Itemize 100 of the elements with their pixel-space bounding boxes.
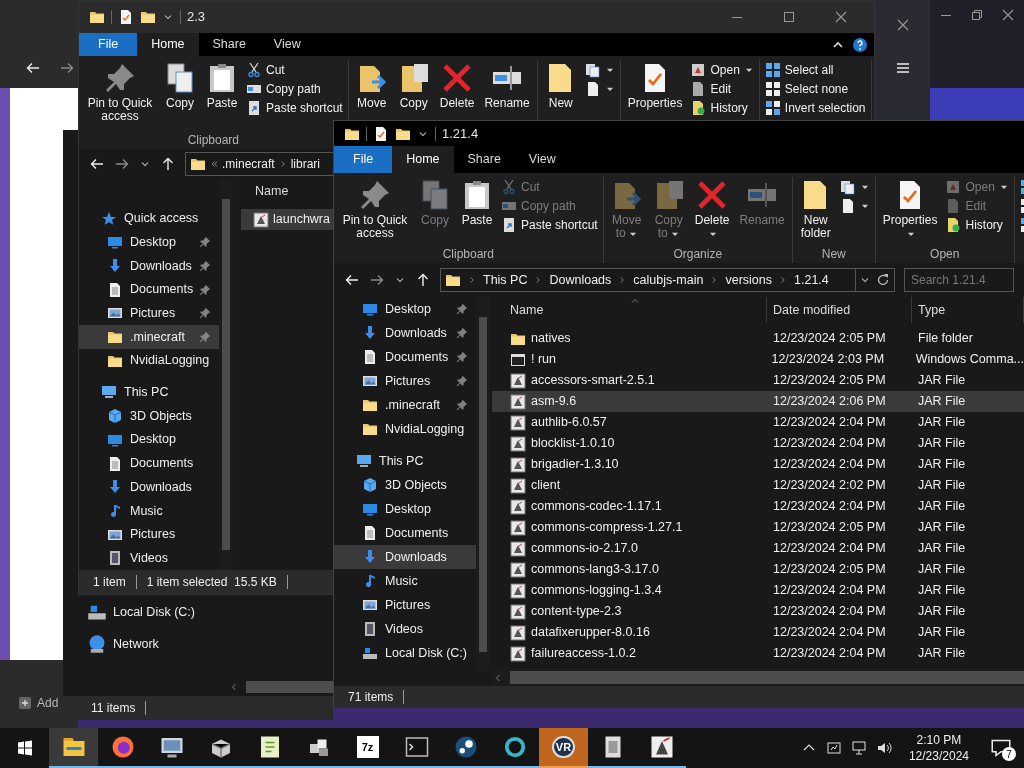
ribbon-tab[interactable]: View [514,146,570,173]
refresh-button[interactable] [875,272,891,288]
column-header[interactable]: Type [912,297,1024,323]
taskbar-app[interactable]: 7z [343,728,392,768]
nav-item[interactable]: Desktop [79,230,219,255]
nav-item[interactable]: Desktop [334,497,476,521]
search-field[interactable]: Search 1.21.4 [904,268,1014,292]
add-icon[interactable] [17,695,33,711]
nav-item[interactable]: Local Disk (C:) [87,600,333,624]
copy-path-button[interactable]: Copy path [244,79,345,98]
nav-item[interactable]: Pictures [334,593,476,617]
nav-item[interactable]: Videos [79,546,219,570]
nav-item[interactable]: .minecraft [334,393,476,417]
nav-item[interactable]: Local Disk (C:) [334,641,476,665]
file-row[interactable]: blocklist-1.0.10 12/23/2024 2:04 PM JAR File [492,433,1024,454]
nav-item[interactable]: .minecraft [79,325,219,349]
column-header[interactable]: Date modified [767,297,912,323]
pin-button[interactable]: Pin to Quick access [337,177,413,240]
file-row[interactable]: ! run 12/23/2024 2:03 PM Windows Comma... [492,349,1024,370]
nav-item[interactable]: Pictures [79,522,219,547]
tray-button[interactable] [875,740,892,756]
nav-item[interactable]: This PC [334,449,476,473]
file-row[interactable]: commons-codec-1.17.1 12/23/2024 2:04 PM JAR File [492,496,1024,517]
taskbar-app[interactable]: VR [539,728,588,768]
nav-item[interactable]: Music [79,499,219,523]
forward-button[interactable] [114,156,130,172]
cut-button[interactable]: Cut [244,60,345,79]
select-none-button[interactable]: Select none [762,79,868,98]
history-button[interactable]: History [943,215,1011,234]
column-header[interactable]: Name [492,297,767,323]
nav-item[interactable]: Quick access [79,206,219,231]
open-button[interactable]: Open [688,60,756,79]
ribbon-tab[interactable]: Share [198,33,260,56]
paste-shortcut-button[interactable]: Paste shortcut [244,98,345,117]
file-row[interactable]: failureaccess-1.0.2 12/23/2024 2:04 PM JAR File [492,643,1024,664]
file-row[interactable]: content-type-2.3 12/23/2024 2:04 PM JAR File [492,601,1024,622]
nav-item[interactable]: Videos [334,617,476,641]
history-button[interactable]: History [688,98,756,117]
new-folder-button[interactable]: New [540,60,581,110]
file-row[interactable]: asm-9.6 12/23/2024 2:06 PM JAR File [492,391,1024,412]
clock[interactable]: 2:10 PM 12/23/2024 [900,732,977,764]
file-row[interactable]: natives 12/23/2024 2:05 PM File folder [492,328,1024,349]
nav-item[interactable]: NvidiaLogging [79,349,219,373]
address-bar[interactable]: .minecraft librari [185,152,334,176]
file-row[interactable]: commons-lang3-3.17.0 12/23/2024 2:05 PM JAR File [492,559,1024,580]
file-row[interactable]: brigadier-1.3.10 12/23/2024 2:04 PM JAR File [492,454,1024,475]
nav-item[interactable]: Documents [79,277,219,302]
nav-item[interactable]: Desktop [334,297,476,321]
ribbon-tab[interactable]: Share [453,146,515,173]
copy-to-button[interactable]: Copy [393,60,434,110]
nav-item[interactable]: Pictures [79,301,219,326]
copy-button[interactable]: Copy [160,60,200,110]
move-to-button[interactable]: Move [351,60,392,110]
taskbar-app[interactable] [49,728,98,768]
properties-button[interactable]: Properties [623,60,687,110]
notifications-button[interactable]: 7 [986,733,1016,763]
nav-item[interactable]: Downloads [79,475,219,500]
add-link[interactable]: Add [37,694,59,712]
ribbon-tab[interactable]: Home [137,33,199,56]
ribbon-tab[interactable]: Home [392,146,454,173]
invert-selection-button[interactable]: Invert selection [762,98,868,117]
address-bar[interactable]: This PC Downloads calubjs-main versions 1.21.4 [440,268,856,292]
breadcrumb[interactable]: calubjs-main [633,270,704,290]
nav-item[interactable]: Pictures [334,369,476,393]
file-row[interactable]: client 12/23/2024 2:02 PM JAR File [492,475,1024,496]
edit-button[interactable]: Edit [688,79,756,98]
column-header[interactable]: Name [253,181,291,201]
select-all-button[interactable]: Select all [762,60,868,79]
breadcrumb[interactable]: librari [290,155,321,173]
file-row[interactable]: launchwra [241,209,334,230]
nav-item[interactable]: NvidiaLogging [334,417,476,441]
breadcrumb[interactable]: .minecraft [222,155,275,173]
tray-button[interactable] [825,740,842,756]
rename-button[interactable]: Rename [480,60,534,110]
breadcrumb[interactable]: Downloads [549,270,612,290]
breadcrumb[interactable]: This PC [483,270,528,290]
restore-button[interactable] [969,7,985,23]
up-button[interactable] [160,156,176,172]
back-button[interactable] [344,272,360,288]
forward-button[interactable] [369,272,385,288]
pin-button[interactable]: Pin to Quick access [82,60,158,123]
file-row[interactable]: authlib-6.0.57 12/23/2024 2:04 PM JAR File [492,412,1024,433]
nav-item[interactable]: Downloads [334,321,476,345]
nav-item[interactable]: Downloads [334,545,476,569]
forward-arrow-icon[interactable] [59,60,75,76]
ribbon-tab[interactable]: View [259,33,315,56]
nav-item[interactable]: 3D Objects [334,473,476,497]
breadcrumb[interactable]: versions [725,270,772,290]
nav-item[interactable]: Documents [334,345,476,369]
file-row[interactable]: commons-logging-1.3.4 12/23/2024 2:04 PM JAR File [492,580,1024,601]
nav-item[interactable]: Documents [79,451,219,476]
tray-button[interactable] [850,740,867,756]
menu-button[interactable] [894,60,911,76]
nav-item[interactable]: This PC [79,380,219,405]
file-row[interactable]: commons-io-2.17.0 12/23/2024 2:04 PM JAR File [492,538,1024,559]
nav-item[interactable]: 3D Objects [79,404,219,428]
back-arrow-icon[interactable] [25,60,41,76]
file-menu-tab[interactable]: File [334,146,393,173]
nav-item[interactable]: Network [87,632,333,656]
delete-button[interactable]: Delete [690,177,734,240]
